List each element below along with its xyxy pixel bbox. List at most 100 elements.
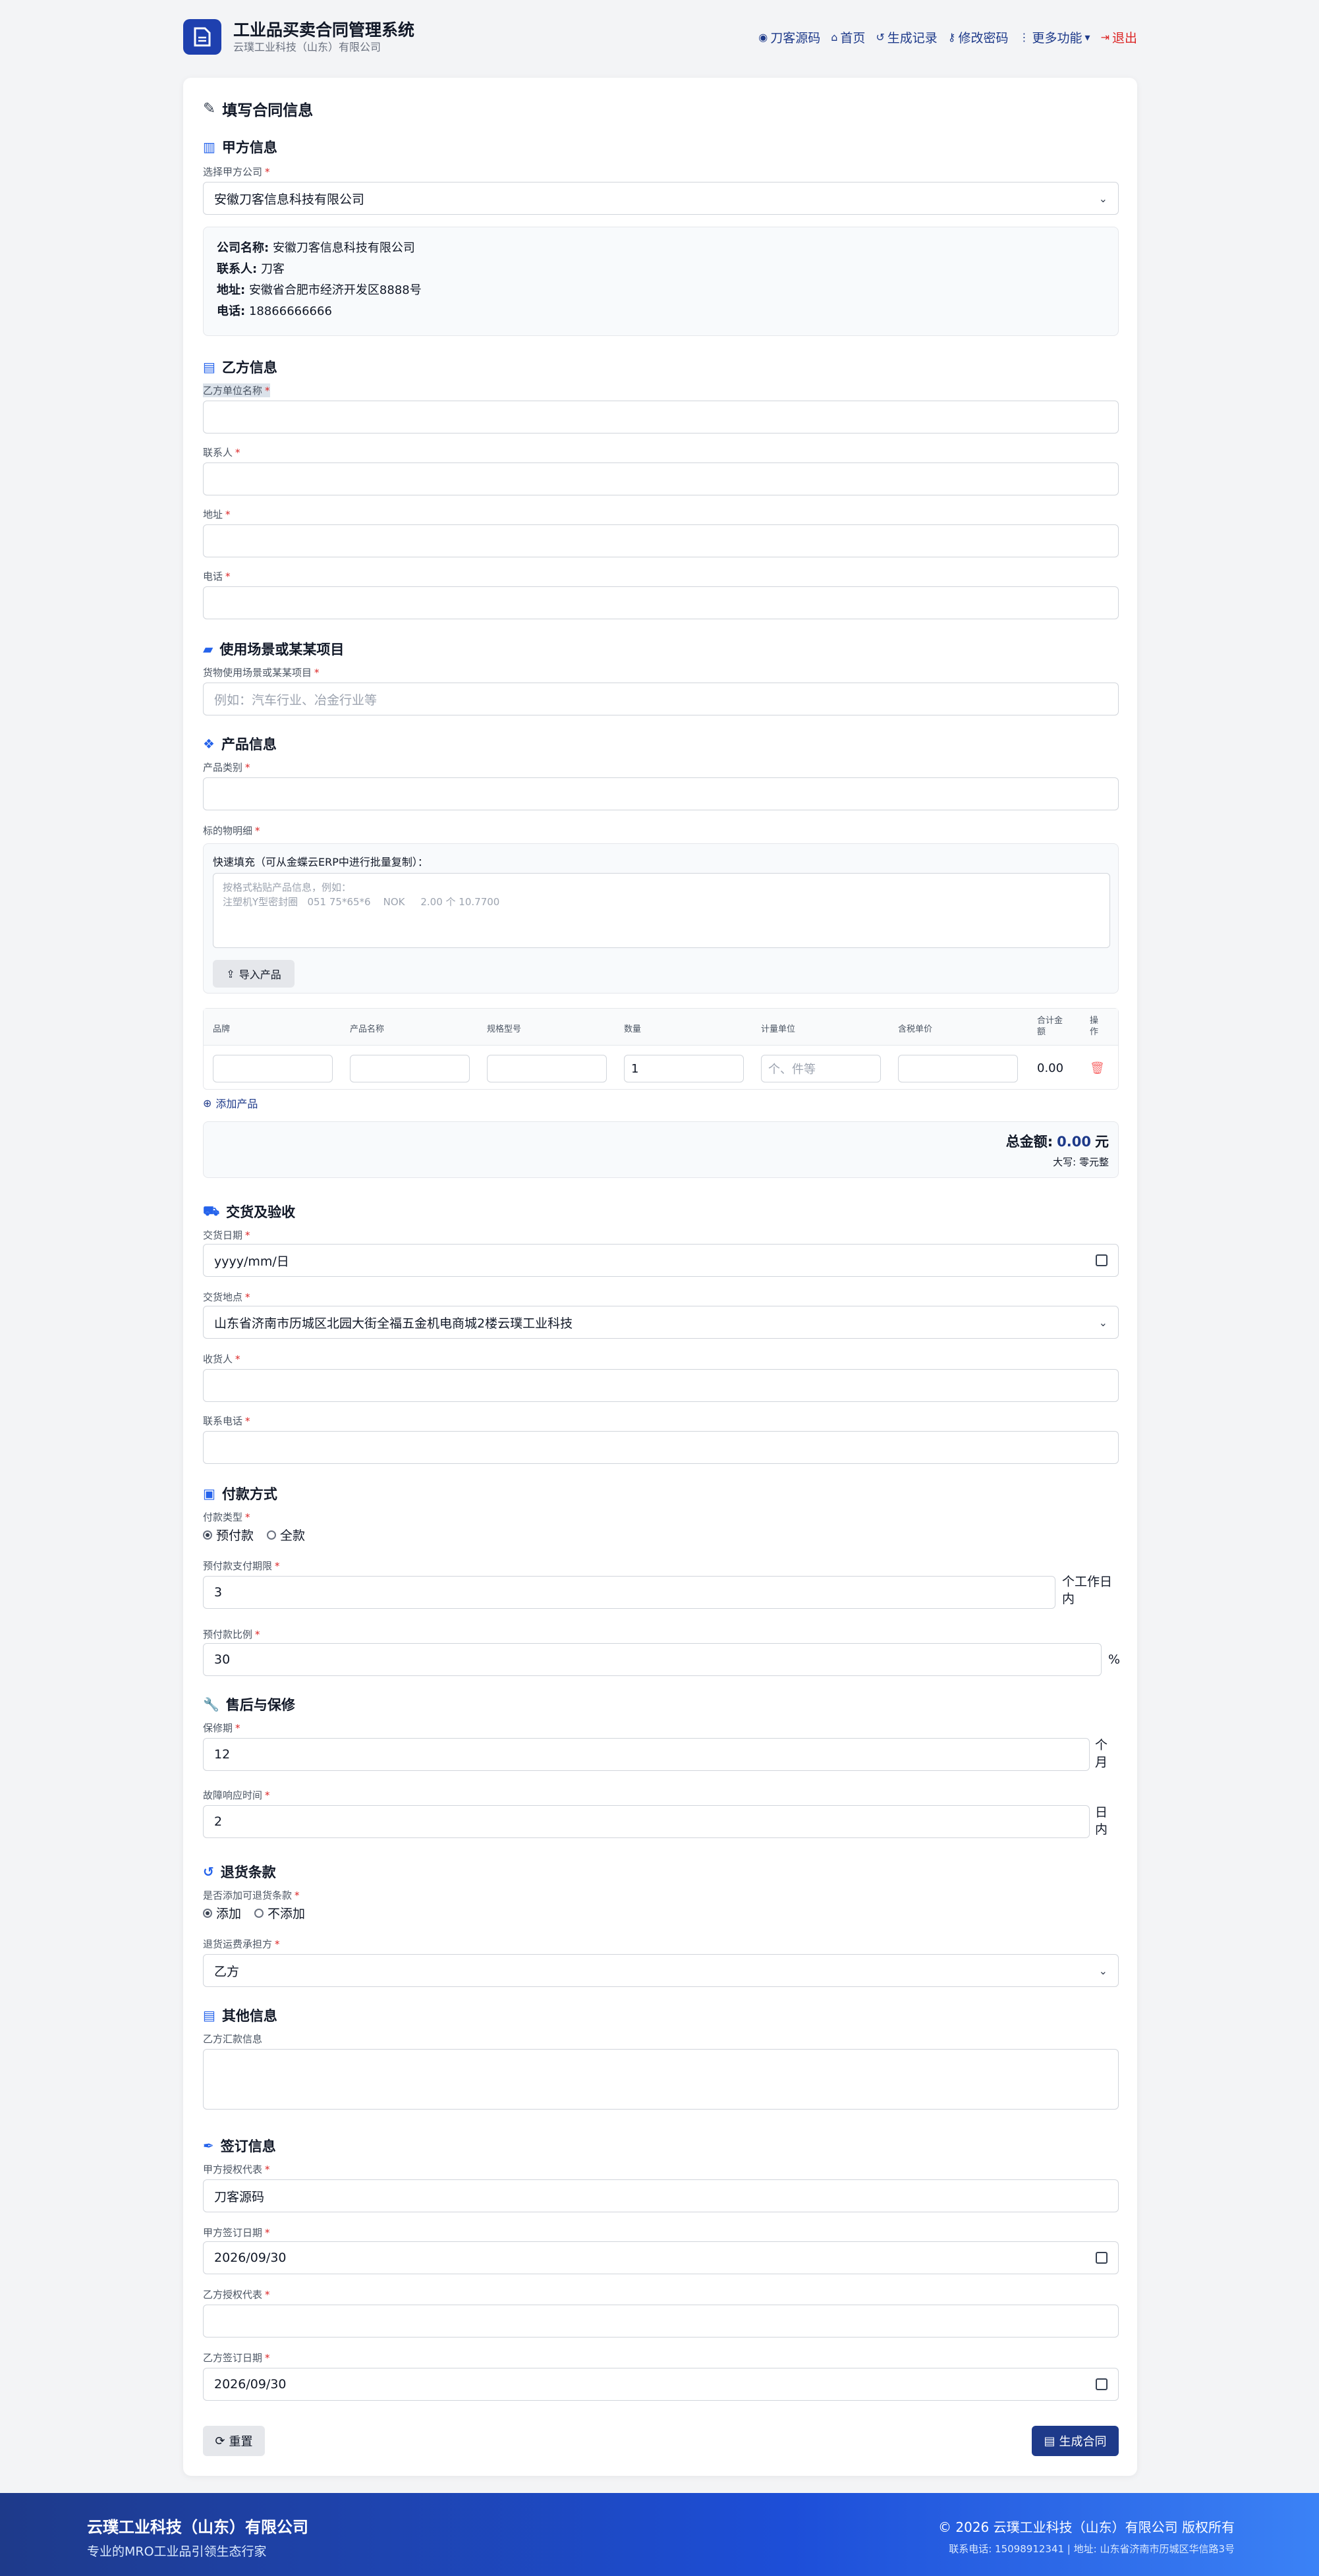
party-b-contact-label: 联系人 * <box>203 447 240 459</box>
col-qty: 数量 <box>624 1024 642 1034</box>
deadline-suffix: 个工作日内 <box>1062 1575 1113 1606</box>
b-rep-input[interactable] <box>203 2305 1119 2338</box>
party-a-info-box: 公司名称: 安徽刀客信息科技有限公司 联系人: 刀客 地址: 安徽省合肥市经济开… <box>203 227 1119 336</box>
party-b-address-label: 地址 * <box>203 509 231 520</box>
radio-returns-add[interactable]: 添加 <box>203 1904 241 1922</box>
party-b-phone-input[interactable] <box>203 586 1119 619</box>
cubes-icon: ❖ <box>203 736 215 752</box>
product-category-input[interactable] <box>203 777 1119 810</box>
undo-icon: ↺ <box>203 1864 214 1880</box>
nav-home[interactable]: ⌂ 首页 <box>831 28 865 46</box>
row-unit-input[interactable]: 个、件等 <box>761 1055 881 1082</box>
party-b-phone-label: 电话 * <box>203 571 231 582</box>
edit-icon: ✎ <box>203 100 216 117</box>
brand: 工业品买卖合同管理系统 云璞工业科技（山东）有限公司 <box>233 20 414 54</box>
ratio-suffix: % <box>1108 1652 1121 1667</box>
file-pdf-icon: ▤ <box>1044 2434 1055 2448</box>
footer-slogan: 专业的MRO工业品引领生态行家 <box>87 2544 267 2559</box>
b-date-label: 乙方签订日期 * <box>203 2352 270 2364</box>
section-party-b: ▤ 乙方信息 <box>203 359 277 376</box>
party-b-contact-input[interactable] <box>203 462 1119 495</box>
a-date-input[interactable]: 2026/09/30 <box>203 2241 1119 2274</box>
quick-fill-label: 快速填充（可从金蝶云ERP中进行批量复制）： <box>213 856 428 868</box>
section-sign: ✒ 签订信息 <box>203 2138 276 2154</box>
total-amount: 总金额: 0.00 元 <box>1005 1134 1109 1150</box>
a-date-label: 甲方签订日期 * <box>203 2227 270 2239</box>
payment-type-radios: 预付款 全款 <box>203 1526 305 1544</box>
warranty-input[interactable]: 12 <box>203 1738 1090 1771</box>
radio-unchecked-icon <box>267 1530 277 1540</box>
returns-payer-select[interactable]: 乙方 ⌄ <box>203 1954 1119 1987</box>
row-spec-input[interactable] <box>487 1055 607 1082</box>
file-icon: ▤ <box>203 2007 215 2023</box>
response-input[interactable]: 2 <box>203 1805 1090 1838</box>
nav-history[interactable]: ↺ 生成记录 <box>876 28 937 46</box>
nav-password[interactable]: ⚷ 修改密码 <box>948 28 1009 46</box>
party-a-select[interactable]: 安徽刀客信息科技有限公司 ⌄ <box>203 182 1119 215</box>
upload-icon: ⇪ <box>226 967 235 980</box>
nav-logout[interactable]: ⇥ 退出 <box>1101 28 1137 46</box>
receiver-label: 收货人 * <box>203 1353 240 1365</box>
deadline-input[interactable]: 3 <box>203 1576 1055 1609</box>
ratio-input[interactable]: 30 <box>203 1643 1102 1676</box>
chevron-down-icon: ⌄ <box>1098 192 1108 205</box>
generate-contract-button[interactable]: ▤ 生成合同 <box>1032 2426 1119 2456</box>
calendar-icon <box>1096 1254 1108 1266</box>
radio-full[interactable]: 全款 <box>267 1526 305 1544</box>
row-brand-input[interactable] <box>213 1055 333 1082</box>
section-party-a: ▥ 甲方信息 <box>203 139 277 155</box>
b-date-input[interactable]: 2026/09/30 <box>203 2368 1119 2401</box>
remit-textarea[interactable] <box>203 2049 1119 2110</box>
party-b-address-input[interactable] <box>203 524 1119 557</box>
history-icon: ↺ <box>876 30 885 43</box>
row-price-input[interactable] <box>898 1055 1018 1082</box>
product-table-header: 品牌 产品名称 规格型号 数量 计量单位 含税单价 合计金额 操作 <box>204 1009 1118 1046</box>
receiver-input[interactable] <box>203 1369 1119 1402</box>
party-b-name-input[interactable] <box>203 401 1119 434</box>
top-nav: ◉ 刀客源码 ⌂ 首页 ↺ 生成记录 ⚷ 修改密码 ⋮ 更多功能 ▾ ⇥ 退出 <box>758 28 1137 46</box>
radio-unchecked-icon <box>254 1908 264 1918</box>
row-qty-input[interactable]: 1 <box>624 1055 744 1082</box>
user-circle-icon: ◉ <box>758 30 768 43</box>
footer-company: 云璞工业科技（山东）有限公司 <box>87 2518 308 2536</box>
import-products-button[interactable]: ⇪ 导入产品 <box>213 960 295 988</box>
returns-add-label: 是否添加可退货条款 * <box>203 1890 300 1901</box>
a-rep-label: 甲方授权代表 * <box>203 2164 270 2175</box>
row-name-input[interactable] <box>350 1055 470 1082</box>
nav-source[interactable]: ◉ 刀客源码 <box>758 28 820 46</box>
total-capital: 大写: 零元整 <box>1053 1156 1109 1168</box>
section-aftersale: 🔧 售后与保修 <box>203 1696 295 1713</box>
radio-prepay[interactable]: 预付款 <box>203 1526 254 1544</box>
scene-input[interactable]: 例如：汽车行业、冶金行业等 <box>203 683 1119 715</box>
product-detail-label: 标的物明细 * <box>203 825 260 837</box>
radio-returns-noadd[interactable]: 不添加 <box>254 1904 305 1922</box>
refresh-icon: ⟳ <box>215 2434 225 2448</box>
reset-button[interactable]: ⟳ 重置 <box>203 2426 265 2456</box>
calendar-icon <box>1096 2378 1108 2390</box>
col-brand: 品牌 <box>213 1024 231 1034</box>
section-product: ❖ 产品信息 <box>203 736 277 752</box>
response-suffix: 日内 <box>1095 1805 1108 1837</box>
delivery-place-select[interactable]: 山东省济南市历城区北园大街全福五金机电商城2楼云璞工业科技 ⌄ <box>203 1306 1119 1339</box>
logout-icon: ⇥ <box>1100 30 1109 43</box>
quick-fill-textarea[interactable]: 按格式粘贴产品信息，例如： 注塑机Y型密封圈 051 75*65*6 NOK 2… <box>213 873 1110 948</box>
footer-contact: 联系电话: 15098912341 | 地址: 山东省济南市历城区华信路3号 <box>949 2543 1235 2555</box>
ratio-label: 预付款比例 * <box>203 1629 260 1640</box>
a-rep-input[interactable]: 刀客源码 <box>203 2179 1119 2212</box>
add-product-button[interactable]: ⊕ 添加产品 <box>203 1095 258 1111</box>
trash-icon[interactable]: 🗑 <box>1090 1061 1105 1075</box>
delivery-date-input[interactable]: yyyy/mm/日 <box>203 1244 1119 1277</box>
contract-form-card: ✎ 填写合同信息 ▥ 甲方信息 选择甲方公司 * 安徽刀客信息科技有限公司 ⌄ 公司名称… <box>183 78 1137 2476</box>
receiver-phone-input[interactable] <box>203 1431 1119 1464</box>
col-spec: 规格型号 <box>487 1024 522 1034</box>
returns-radios: 添加 不添加 <box>203 1904 305 1922</box>
pen-icon: ✒ <box>203 2138 214 2154</box>
home-icon: ⌂ <box>831 30 838 43</box>
delivery-date-label: 交货日期 * <box>203 1229 250 1241</box>
section-delivery: ⛟ 交货及验收 <box>203 1202 296 1221</box>
nav-more[interactable]: ⋮ 更多功能 ▾ <box>1019 28 1090 46</box>
col-op: 操作 <box>1090 1016 1099 1037</box>
receiver-phone-label: 联系电话 * <box>203 1415 250 1427</box>
section-other: ▤ 其他信息 <box>203 2007 277 2024</box>
chevron-down-icon: ⌄ <box>1098 1964 1108 1977</box>
